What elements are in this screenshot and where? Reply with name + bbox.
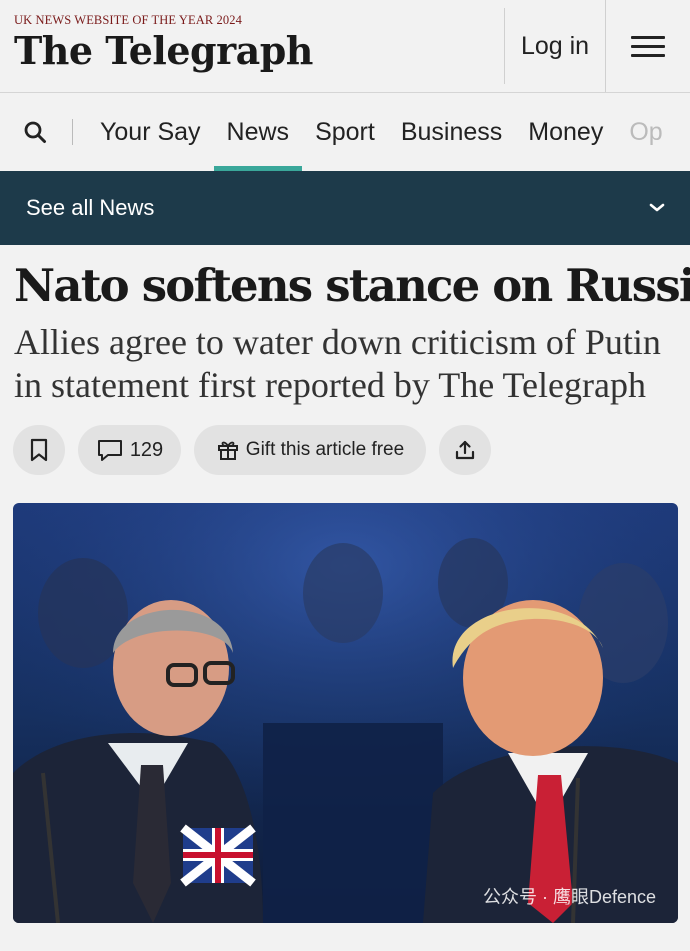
bookmark-button[interactable] [13,425,65,475]
nav-item-money[interactable]: Money [515,93,616,171]
bookmark-icon [30,438,48,462]
nav-item-news[interactable]: News [213,93,303,171]
article-standfirst: Allies agree to water down criticism of … [14,322,661,405]
share-button[interactable] [439,425,491,475]
article-actions: 129 Gift this article free [13,425,690,475]
see-all-news-label: See all News [26,195,155,220]
watermark: 公众号 · 鹰眼Defence [483,883,656,909]
section-nav: Your Say News Sport Business Money Op [0,93,690,171]
nav-divider [72,119,73,145]
watermark-text: 公众号 · 鹰眼Defence [482,887,656,907]
comment-count: 129 [129,438,164,461]
gift-article-button[interactable]: Gift this article free [194,425,426,475]
telegraph-logo[interactable]: The Telegraph [14,31,504,71]
gift-label: Gift this article free [245,439,405,460]
comment-icon [97,440,122,461]
see-all-news-bar[interactable]: See all News [0,171,690,245]
gift-icon [217,441,238,460]
search-button[interactable] [12,120,58,144]
lead-photo [13,503,678,923]
nav-item-your-say[interactable]: Your Say [87,93,214,171]
share-icon [455,440,475,460]
comments-button[interactable]: 129 [78,425,181,475]
article-lead-image[interactable]: 公众号 · 鹰眼Defence [13,503,678,923]
chevron-down-icon [649,203,665,212]
brand-area[interactable]: UK NEWS WEBSITE OF THE YEAR 2024 The Tel… [0,0,504,92]
nav-item-sport[interactable]: Sport [302,93,388,171]
article-headline: Nato softens stance on Russia [14,259,690,312]
masthead: UK NEWS WEBSITE OF THE YEAR 2024 The Tel… [0,0,690,93]
nav-item-business[interactable]: Business [388,93,515,171]
login-button[interactable]: Log in [504,8,605,84]
search-icon [24,121,46,143]
award-text: UK NEWS WEBSITE OF THE YEAR 2024 [14,13,242,27]
nav-item-opinion[interactable]: Op [616,93,675,171]
hamburger-icon [631,30,665,63]
menu-button[interactable] [605,0,690,92]
